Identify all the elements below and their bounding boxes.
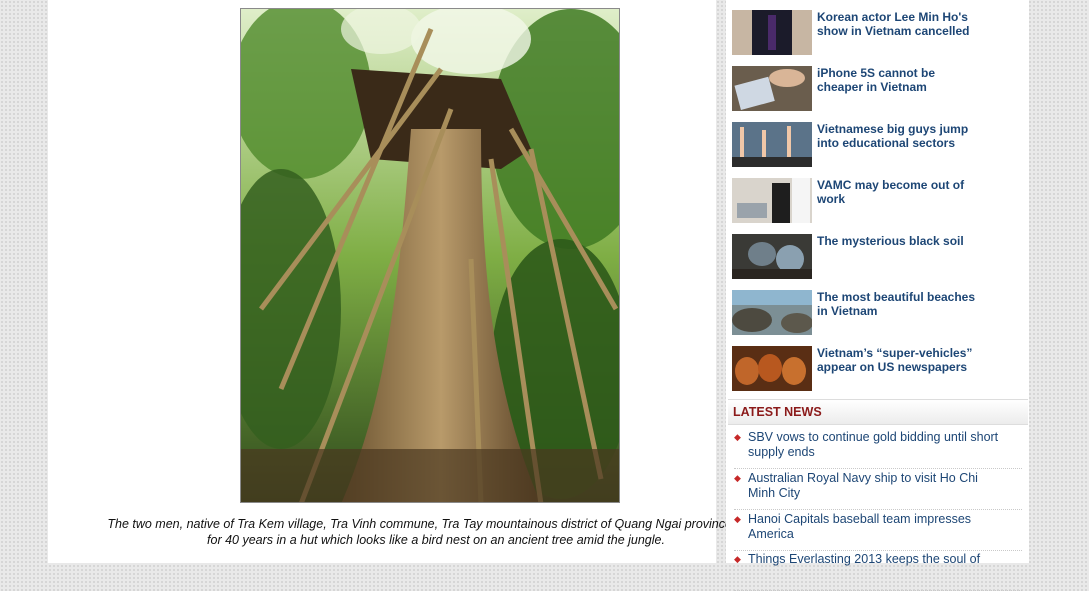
news-item[interactable]: ◆ Things Everlasting 2013 keeps the soul…	[734, 552, 1022, 591]
news-item[interactable]: ◆ Australian Royal Navy ship to visit Ho…	[734, 471, 1022, 510]
news-link[interactable]: Australian Royal Navy ship to visit Ho C…	[748, 471, 1008, 501]
related-thumbnail[interactable]	[732, 66, 812, 111]
news-item[interactable]: ◆ Hanoi Capitals baseball team impresses…	[734, 512, 1022, 551]
news-item[interactable]: ◆ SBV vows to continue gold bidding unti…	[734, 430, 1022, 469]
news-link[interactable]: Things Everlasting 2013 keeps the soul o…	[748, 552, 1008, 567]
related-title[interactable]: The most beautiful beaches in Vietnam	[817, 290, 977, 318]
related-title[interactable]: iPhone 5S cannot be cheaper in Vietnam	[817, 66, 977, 94]
related-thumbnail[interactable]	[732, 234, 812, 279]
related-item[interactable]: Korean actor Lee Min Ho's show in Vietna…	[732, 10, 1022, 58]
iphone-photo-icon	[732, 66, 812, 111]
vehicles-photo-icon	[732, 346, 812, 391]
photo-caption: The two men, native of Tra Kem village, …	[107, 517, 765, 547]
news-link[interactable]: SBV vows to continue gold bidding until …	[748, 430, 1008, 460]
article-photo	[240, 8, 620, 503]
bullet-icon: ◆	[734, 554, 741, 564]
actor-photo-icon	[732, 10, 812, 55]
related-thumbnail[interactable]	[732, 10, 812, 55]
related-title[interactable]: Vietnamese big guys jump into educationa…	[817, 122, 977, 150]
bullet-icon: ◆	[734, 473, 741, 483]
related-title[interactable]: Vietnam’s “super-vehicles” appear on US …	[817, 346, 977, 374]
related-item[interactable]: iPhone 5S cannot be cheaper in Vietnam	[732, 66, 1022, 114]
related-thumbnail[interactable]	[732, 290, 812, 335]
beach-photo-icon	[732, 290, 812, 335]
related-item[interactable]: VAMC may become out of work	[732, 178, 1022, 226]
related-item[interactable]: Vietnam’s “super-vehicles” appear on US …	[732, 346, 1022, 394]
article-main: The two men, native of Tra Kem village, …	[48, 0, 765, 563]
news-link[interactable]: Hanoi Capitals baseball team impresses A…	[748, 512, 1008, 542]
soil-photo-icon	[732, 234, 812, 279]
bullet-icon: ◆	[734, 514, 741, 524]
related-thumbnail[interactable]	[732, 122, 812, 167]
bullet-icon: ◆	[734, 432, 741, 442]
related-title[interactable]: VAMC may become out of work	[817, 178, 977, 206]
students-photo-icon	[732, 122, 812, 167]
related-thumbnail[interactable]	[732, 346, 812, 391]
tree-hut-image	[241, 9, 619, 502]
related-item[interactable]: The most beautiful beaches in Vietnam	[732, 290, 1022, 338]
office-photo-icon	[732, 178, 812, 223]
related-title[interactable]: The mysterious black soil	[817, 234, 977, 248]
related-item[interactable]: Vietnamese big guys jump into educationa…	[732, 122, 1022, 170]
related-title[interactable]: Korean actor Lee Min Ho's show in Vietna…	[817, 10, 977, 38]
latest-news-title: LATEST NEWS	[733, 405, 822, 419]
related-thumbnail[interactable]	[732, 178, 812, 223]
sidebar: Korean actor Lee Min Ho's show in Vietna…	[726, 0, 1029, 591]
latest-news-header: LATEST NEWS	[728, 399, 1028, 425]
related-item[interactable]: The mysterious black soil	[732, 234, 1022, 282]
